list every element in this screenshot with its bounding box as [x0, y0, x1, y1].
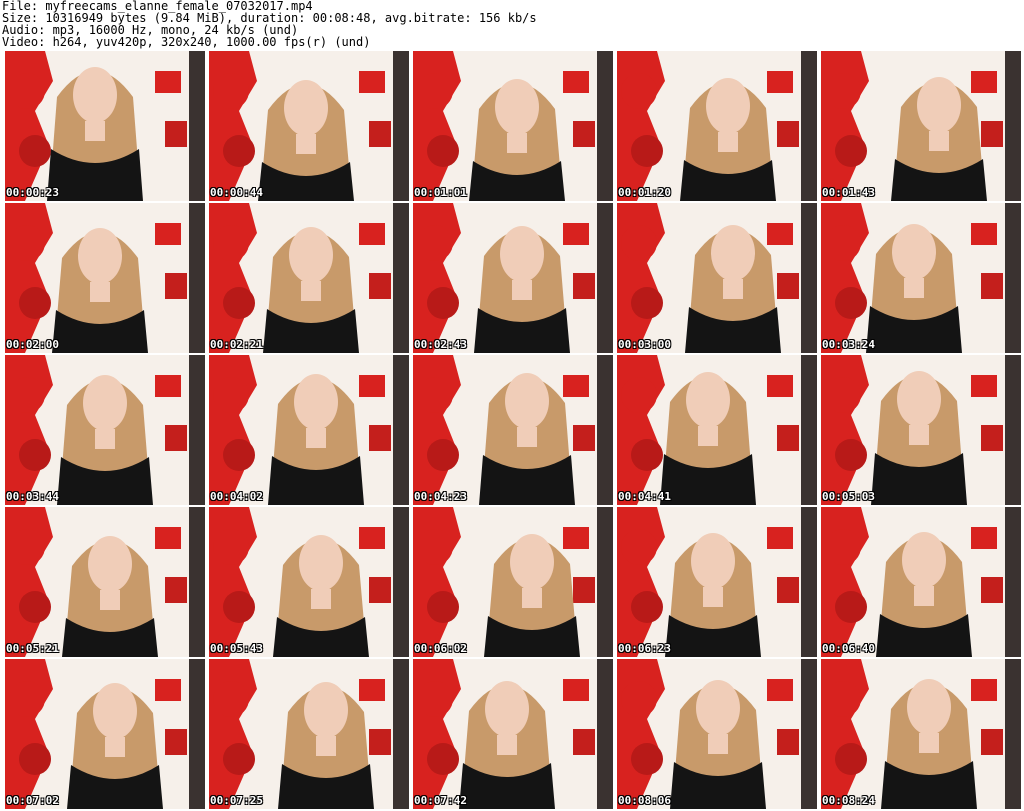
file-info-header: File: myfreecams_elanne_female_07032017.… [2, 0, 1022, 48]
thumbnail-timestamp: 00:07:25 [210, 794, 263, 807]
thumbnail-timestamp: 00:01:20 [618, 186, 671, 199]
video-frame-image [413, 203, 613, 353]
video-thumbnail: 00:04:41 [617, 355, 817, 505]
video-frame-image [209, 51, 409, 201]
video-thumbnail: 00:04:23 [413, 355, 613, 505]
thumbnail-grid: 00:00:23 00:00:44 00:01:01 00:01:20 00:01:43… [5, 51, 1021, 809]
video-thumbnail: 00:05:43 [209, 507, 409, 657]
video-thumbnail: 00:02:21 [209, 203, 409, 353]
video-frame-image [617, 355, 817, 505]
video-thumbnail: 00:06:02 [413, 507, 613, 657]
video-thumbnail: 00:06:40 [821, 507, 1021, 657]
video-frame-image [617, 659, 817, 809]
thumbnail-timestamp: 00:07:42 [414, 794, 467, 807]
thumbnail-timestamp: 00:04:41 [618, 490, 671, 503]
thumbnail-timestamp: 00:04:23 [414, 490, 467, 503]
thumbnail-timestamp: 00:03:00 [618, 338, 671, 351]
video-info-line: Video: h264, yuv420p, 320x240, 1000.00 f… [2, 35, 371, 49]
video-thumbnail: 00:05:03 [821, 355, 1021, 505]
video-frame-image [617, 507, 817, 657]
thumbnail-timestamp: 00:06:40 [822, 642, 875, 655]
video-frame-image [5, 659, 205, 809]
video-frame-image [5, 507, 205, 657]
video-thumbnail: 00:01:20 [617, 51, 817, 201]
video-thumbnail: 00:04:02 [209, 355, 409, 505]
video-thumbnail: 00:01:43 [821, 51, 1021, 201]
thumbnail-timestamp: 00:08:24 [822, 794, 875, 807]
thumbnail-timestamp: 00:02:21 [210, 338, 263, 351]
video-thumbnail: 00:00:44 [209, 51, 409, 201]
thumbnail-timestamp: 00:07:02 [6, 794, 59, 807]
thumbnail-timestamp: 00:08:06 [618, 794, 671, 807]
video-frame-image [5, 51, 205, 201]
video-thumbnail: 00:06:23 [617, 507, 817, 657]
thumbnail-timestamp: 00:02:43 [414, 338, 467, 351]
thumbnail-timestamp: 00:01:01 [414, 186, 467, 199]
thumbnail-timestamp: 00:05:43 [210, 642, 263, 655]
video-thumbnail: 00:03:44 [5, 355, 205, 505]
video-frame-image [5, 355, 205, 505]
thumbnail-timestamp: 00:04:02 [210, 490, 263, 503]
video-thumbnail: 00:08:24 [821, 659, 1021, 809]
video-frame-image [209, 355, 409, 505]
video-frame-image [413, 659, 613, 809]
thumbnail-timestamp: 00:05:21 [6, 642, 59, 655]
video-frame-image [413, 507, 613, 657]
thumbnail-timestamp: 00:06:02 [414, 642, 467, 655]
video-frame-image [821, 659, 1021, 809]
video-frame-image [617, 203, 817, 353]
video-frame-image [821, 355, 1021, 505]
video-thumbnail: 00:05:21 [5, 507, 205, 657]
thumbnail-timestamp: 00:02:00 [6, 338, 59, 351]
thumbnail-timestamp: 00:03:24 [822, 338, 875, 351]
video-thumbnail: 00:08:06 [617, 659, 817, 809]
video-frame-image [413, 355, 613, 505]
thumbnail-timestamp: 00:03:44 [6, 490, 59, 503]
video-frame-image [209, 507, 409, 657]
thumbnail-timestamp: 00:05:03 [822, 490, 875, 503]
video-thumbnail: 00:00:23 [5, 51, 205, 201]
video-thumbnail: 00:02:00 [5, 203, 205, 353]
video-thumbnail: 00:07:02 [5, 659, 205, 809]
thumbnail-timestamp: 00:01:43 [822, 186, 875, 199]
thumbnail-timestamp: 00:00:44 [210, 186, 263, 199]
video-thumbnail: 00:07:42 [413, 659, 613, 809]
video-frame-image [413, 51, 613, 201]
video-frame-image [821, 507, 1021, 657]
video-thumbnail: 00:03:24 [821, 203, 1021, 353]
video-frame-image [821, 203, 1021, 353]
video-frame-image [821, 51, 1021, 201]
thumbnail-timestamp: 00:00:23 [6, 186, 59, 199]
video-frame-image [209, 203, 409, 353]
video-frame-image [617, 51, 817, 201]
video-frame-image [209, 659, 409, 809]
video-thumbnail: 00:01:01 [413, 51, 613, 201]
video-thumbnail: 00:07:25 [209, 659, 409, 809]
thumbnail-timestamp: 00:06:23 [618, 642, 671, 655]
video-thumbnail: 00:02:43 [413, 203, 613, 353]
video-frame-image [5, 203, 205, 353]
video-thumbnail: 00:03:00 [617, 203, 817, 353]
